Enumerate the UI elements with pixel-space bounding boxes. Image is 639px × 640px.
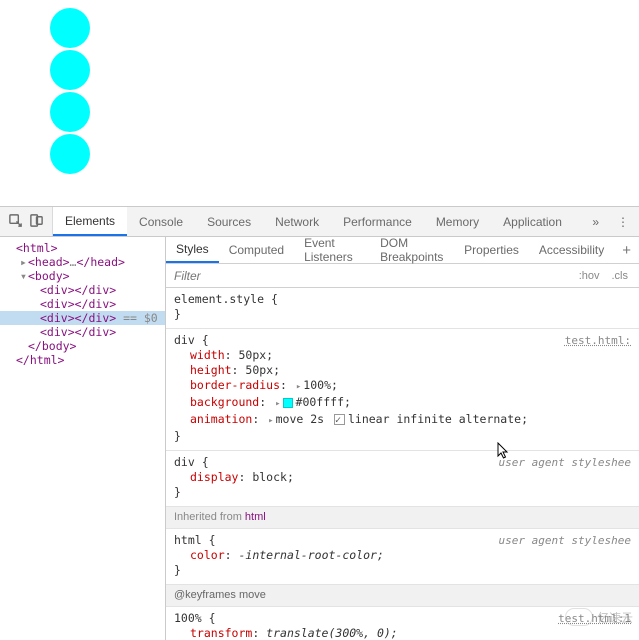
dom-node[interactable]: <div></div> == $0 xyxy=(0,311,165,325)
style-property[interactable]: color: -internal-root-color; xyxy=(174,548,631,563)
subtab-dom-breakpoints[interactable]: DOM Breakpoints xyxy=(370,237,454,263)
dom-node[interactable]: <div></div> xyxy=(0,325,165,339)
style-property[interactable]: border-radius: ▸100%; xyxy=(174,378,631,395)
style-property[interactable]: background: ▸#00ffff; xyxy=(174,395,631,412)
rule-selector[interactable]: div xyxy=(174,333,195,347)
style-rules: element.style { } test.html: div { width… xyxy=(166,288,639,640)
rule-source-label: user agent styleshee xyxy=(499,455,631,470)
dom-node[interactable]: <div></div> xyxy=(0,283,165,297)
cls-toggle[interactable]: .cls xyxy=(609,268,632,284)
rule-source-label: user agent styleshee xyxy=(499,533,631,548)
rule-selector[interactable]: element.style xyxy=(174,292,264,306)
subtab-styles[interactable]: Styles xyxy=(166,237,219,263)
dom-tree[interactable]: <html>▸<head>…</head>▾<body><div></div><… xyxy=(0,237,166,640)
demo-circle xyxy=(50,50,90,90)
dom-node[interactable]: </body> xyxy=(0,339,165,353)
style-property[interactable]: display: block; xyxy=(174,470,631,485)
watermark: 亿速云 xyxy=(565,608,633,626)
dom-node[interactable]: </html> xyxy=(0,353,165,367)
style-property[interactable]: width: 50px; xyxy=(174,348,631,363)
devtools-menu-icon[interactable]: ⋮ xyxy=(617,215,629,229)
style-property[interactable]: animation: ▸move 2s linear infinite alte… xyxy=(174,412,631,429)
dom-node[interactable]: <div></div> xyxy=(0,297,165,311)
demo-circle xyxy=(50,134,90,174)
device-toggle-icon[interactable] xyxy=(29,213,44,231)
styles-subtabs: StylesComputedEvent ListenersDOM Breakpo… xyxy=(166,237,639,264)
tab-sources[interactable]: Sources xyxy=(195,207,263,236)
rule-selector[interactable]: 100% xyxy=(174,611,202,625)
subtab-event-listeners[interactable]: Event Listeners xyxy=(294,237,370,263)
keyframes-bar: @keyframes move xyxy=(166,585,639,607)
more-tabs-icon[interactable]: » xyxy=(584,215,607,229)
tab-performance[interactable]: Performance xyxy=(331,207,424,236)
inherited-from-bar: Inherited from html xyxy=(166,507,639,529)
devtools-panel: ElementsConsoleSourcesNetworkPerformance… xyxy=(0,206,639,640)
styles-filter-input[interactable] xyxy=(166,269,568,283)
rule-selector[interactable]: html xyxy=(174,533,202,547)
demo-circle xyxy=(50,8,90,48)
hov-toggle[interactable]: :hov xyxy=(576,268,603,284)
dom-node[interactable]: ▸<head>…</head> xyxy=(0,255,165,269)
subtab-computed[interactable]: Computed xyxy=(219,237,294,263)
new-style-rule-icon[interactable]: + xyxy=(614,242,639,259)
style-property[interactable]: height: 50px; xyxy=(174,363,631,378)
demo-circle xyxy=(50,92,90,132)
rule-selector[interactable]: div xyxy=(174,455,195,469)
tab-elements[interactable]: Elements xyxy=(53,207,127,236)
inspect-icon[interactable] xyxy=(8,213,23,231)
checkbox-icon[interactable] xyxy=(334,414,345,425)
dom-node[interactable]: ▾<body> xyxy=(0,269,165,283)
rule-source-link[interactable]: test.html: xyxy=(565,333,631,348)
devtools-toolbar: ElementsConsoleSourcesNetworkPerformance… xyxy=(0,207,639,237)
tab-memory[interactable]: Memory xyxy=(424,207,491,236)
dom-node[interactable]: <html> xyxy=(0,241,165,255)
tab-application[interactable]: Application xyxy=(491,207,574,236)
subtab-properties[interactable]: Properties xyxy=(454,237,529,263)
page-preview xyxy=(0,0,639,198)
subtab-accessibility[interactable]: Accessibility xyxy=(529,237,614,263)
tab-console[interactable]: Console xyxy=(127,207,195,236)
style-property[interactable]: transform: translate(300%, 0); xyxy=(174,626,631,640)
tab-network[interactable]: Network xyxy=(263,207,331,236)
